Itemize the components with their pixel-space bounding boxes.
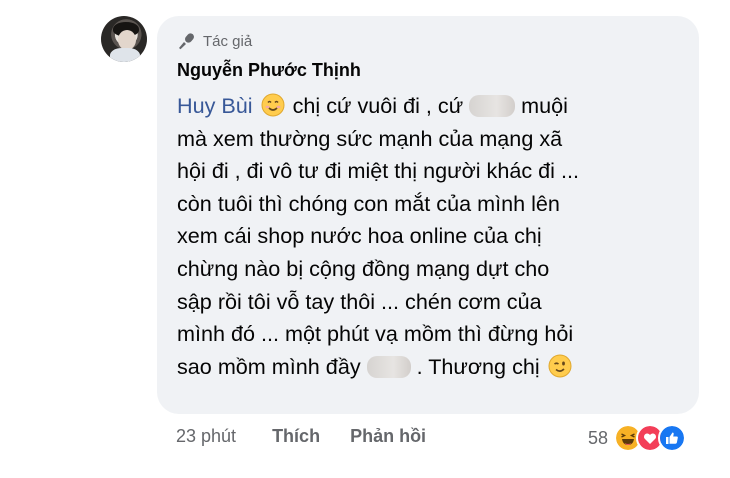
author-avatar[interactable]	[101, 16, 147, 62]
comment-timestamp[interactable]: 23 phút	[176, 426, 236, 447]
badge-label: Tác giả	[203, 32, 253, 50]
comment-actions: 23 phút Thích Phản hồi	[176, 426, 426, 447]
comment-line-text: muội	[515, 93, 568, 118]
comment-line: sao mồm mình đầy . Thương chị	[177, 351, 687, 384]
avatar-shirt	[110, 48, 140, 62]
comment-line: mà xem thường sức mạnh của mạng xã	[177, 125, 563, 151]
comment-line-text: . Thương chị	[410, 353, 546, 379]
author-badge: Tác giả	[177, 32, 252, 50]
comment-line: còn tuôi thì chóng con mắt của mình lên	[177, 190, 560, 216]
like-button[interactable]: Thích	[272, 426, 320, 447]
blurred-word	[366, 355, 411, 378]
comment-line: hội đi , đi vô tư đi miệt thị người khác…	[177, 158, 579, 184]
winking-face-icon	[548, 354, 572, 378]
comment-author[interactable]: Nguyễn Phước Thịnh	[177, 60, 361, 81]
comment-line: xem cái shop nước hoa online của chị	[177, 223, 542, 249]
reaction-icons	[614, 424, 687, 452]
reply-button[interactable]: Phản hồi	[350, 426, 426, 447]
reaction-summary[interactable]: 58	[588, 424, 687, 452]
comment-bubble: Tác giả Nguyễn Phước Thịnh Huy Bùi chị c…	[157, 16, 699, 414]
reaction-count: 58	[588, 427, 609, 448]
comment-line: chừng nào bị cộng đồng mạng dựt cho	[177, 255, 550, 281]
comment-text: Huy Bùi chị cứ vuôi đi , cứ muội mà xem …	[177, 90, 687, 383]
smiling-face-icon	[261, 93, 285, 117]
mention-link[interactable]: Huy Bùi	[177, 93, 253, 118]
comment-line: mình đó ... một phút vạ mồm thì đừng hỏi	[177, 321, 574, 347]
microphone-icon	[179, 33, 194, 50]
avatar-face	[118, 30, 136, 50]
like-icon	[658, 424, 687, 452]
blurred-word	[469, 95, 516, 117]
comment-line-text: sao mồm mình đầy	[177, 353, 367, 379]
comment-line-text: chị cứ vuôi đi , cứ	[286, 93, 470, 118]
comment-line: Huy Bùi chị cứ vuôi đi , cứ muội	[177, 90, 687, 123]
comment-line: sập rồi tôi vỗ tay thôi ... chén cơm của	[177, 288, 542, 314]
